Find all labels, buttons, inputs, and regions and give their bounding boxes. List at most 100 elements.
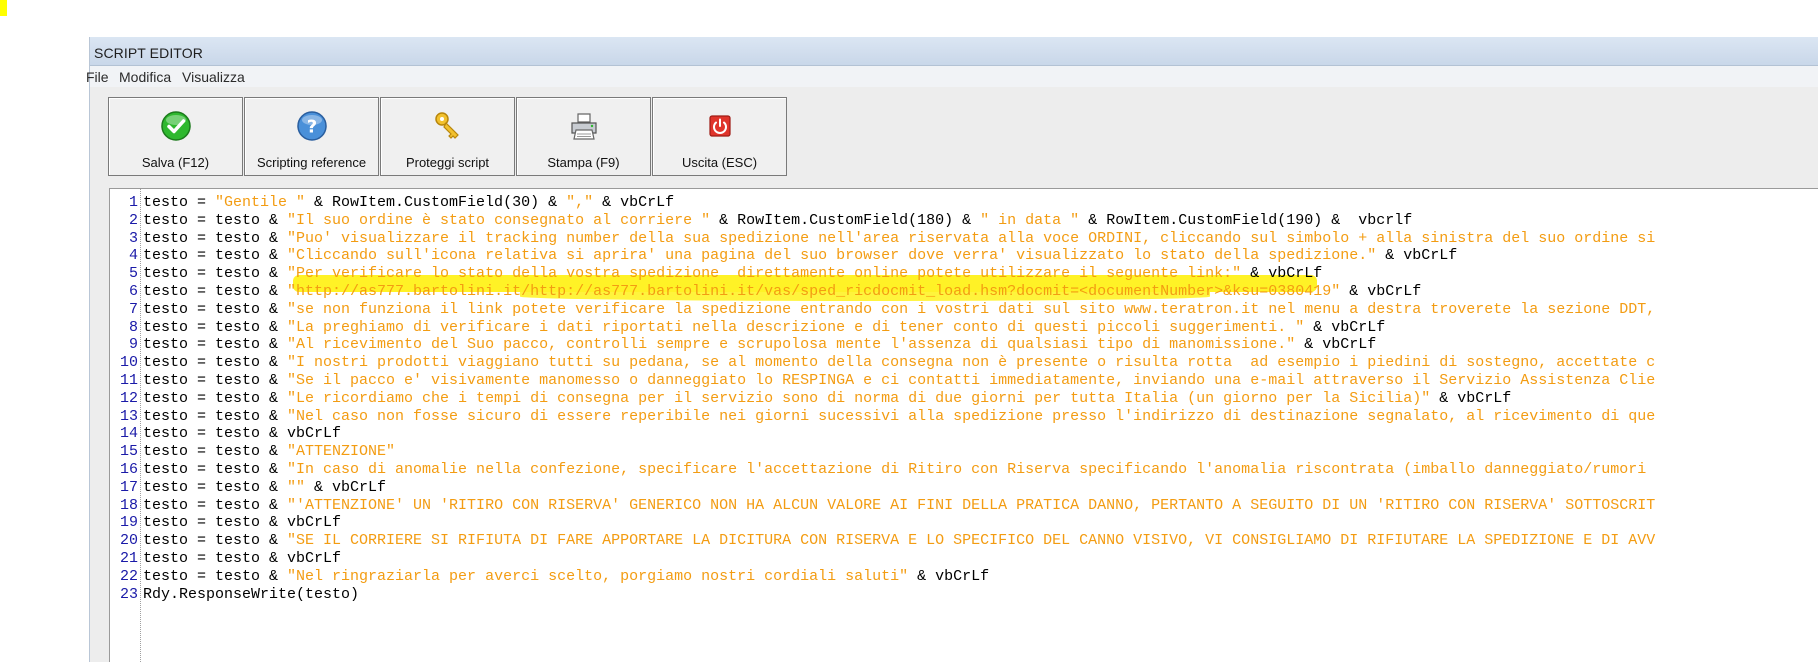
- line-number: 23: [119, 585, 138, 603]
- code-token: & vbCrLf: [1340, 282, 1422, 300]
- print-button[interactable]: Stampa (F9): [516, 97, 651, 176]
- line-number: 5: [128, 265, 138, 283]
- line-number: 6: [128, 282, 138, 300]
- code-text: testo = testo & "I nostri prodotti viagg…: [139, 354, 1655, 372]
- string-literal: "'ATTENZIONE' UN 'RITIRO CON RISERVA' GE…: [287, 496, 1656, 514]
- code-text: testo = testo & "Il suo ordine è stato c…: [139, 212, 1412, 230]
- code-line[interactable]: 7 testo = testo & "se non funziona il lin…: [110, 301, 1655, 319]
- code-line[interactable]: 16 testo = testo & "In caso di anomalie n…: [110, 461, 1655, 479]
- code-line[interactable]: 10 testo = testo & "I nostri prodotti via…: [110, 354, 1655, 372]
- code-line[interactable]: 3 testo = testo & "Puo' visualizzare il t…: [110, 230, 1655, 248]
- protect-script-button[interactable]: Proteggi script: [380, 97, 515, 176]
- code-token: testo = testo &: [143, 282, 288, 300]
- string-literal: "SE IL CORRIERE SI RIFIUTA DI FARE APPOR…: [287, 532, 1656, 550]
- exit-button[interactable]: Uscita (ESC): [652, 97, 787, 176]
- window-title: SCRIPT EDITOR: [94, 45, 203, 61]
- save-button[interactable]: Salva (F12): [108, 97, 243, 176]
- line-number: 10: [119, 354, 138, 372]
- code-line[interactable]: 1 testo = "Gentile " & RowItem.CustomFiel…: [110, 194, 1655, 212]
- line-number: 12: [119, 389, 138, 407]
- string-literal: "se non funziona il link potete verifica…: [287, 300, 1656, 318]
- exit-label: Uscita (ESC): [681, 155, 758, 170]
- code-text: testo = testo & "La preghiamo di verific…: [139, 319, 1385, 337]
- line-number: 13: [119, 407, 138, 425]
- code-text: testo = testo & vbCrLf: [139, 550, 341, 568]
- code-text: testo = testo & "" & vbCrLf: [139, 479, 386, 497]
- code-line[interactable]: 22 testo = testo & "Nel ringraziarla per …: [110, 568, 1655, 586]
- scripting-reference-label: Scripting reference: [256, 155, 367, 170]
- code-token: & RowItem.CustomField(190) & vbcrlf: [1079, 211, 1413, 229]
- code-text: testo = testo & "se non funziona il link…: [139, 301, 1655, 319]
- check-icon: [160, 111, 191, 141]
- protect-script-label: Proteggi script: [405, 155, 490, 170]
- line-number: 22: [119, 567, 138, 585]
- string-literal: ",": [566, 194, 594, 211]
- code-token: testo = testo &: [143, 389, 288, 407]
- string-literal: "Al ricevimento del Suo pacco, controlli…: [287, 336, 1296, 354]
- string-literal: "Le ricordiamo che i tempi di consegna p…: [287, 389, 1431, 407]
- line-number: 8: [128, 318, 138, 336]
- code-token: testo = testo &: [143, 478, 288, 496]
- line-number: 18: [119, 496, 138, 514]
- code-token: testo = testo &: [143, 354, 288, 372]
- string-literal: "I nostri prodotti viaggiano tutti su pe…: [287, 354, 1656, 372]
- title-bar: SCRIPT EDITOR: [90, 37, 1818, 66]
- code-line[interactable]: 23 Rdy.ResponseWrite(testo): [110, 586, 1655, 604]
- line-number: 19: [119, 514, 138, 532]
- code-line[interactable]: 19 testo = testo & vbCrLf: [110, 514, 1655, 532]
- code-line[interactable]: 5 testo = testo & "Per verificare lo stat…: [110, 265, 1655, 283]
- string-literal: "http://as777.bartolini.it/http://as777.…: [287, 282, 1341, 300]
- code-text: testo = testo & "Se il pacco e' visivame…: [139, 372, 1655, 390]
- code-line[interactable]: 17 testo = testo & "" & vbCrLf: [110, 479, 1655, 497]
- code-text: testo = "Gentile " & RowItem.CustomField…: [139, 194, 674, 212]
- code-text: testo = testo & "http://as777.bartolini.…: [139, 283, 1421, 301]
- line-number: 15: [119, 443, 138, 461]
- code-line[interactable]: 8 testo = testo & "La preghiamo di verifi…: [110, 319, 1655, 337]
- line-number: 21: [119, 549, 138, 567]
- code-token: testo = testo &: [143, 265, 288, 283]
- line-number: 20: [119, 532, 138, 550]
- save-label: Salva (F12): [141, 155, 210, 170]
- code-token: testo = testo &: [143, 567, 288, 585]
- code-line[interactable]: 18 testo = testo & "'ATTENZIONE' UN 'RITI…: [110, 497, 1655, 515]
- code-token: & RowItem.CustomField(180) &: [710, 211, 981, 229]
- string-literal: "Il suo ordine è stato consegnato al cor…: [287, 211, 711, 229]
- exit-icon: [708, 115, 731, 137]
- print-label: Stampa (F9): [547, 155, 620, 170]
- script-editor-window: SCRIPT EDITOR File Modifica Visualizza S…: [86, 37, 1818, 662]
- code-text: testo = testo & "Al ricevimento del Suo …: [139, 336, 1376, 354]
- menu-visualizza[interactable]: Visualizza: [182, 69, 245, 85]
- code-line[interactable]: 2 testo = testo & "Il suo ordine è stato …: [110, 212, 1655, 230]
- code-line[interactable]: 20 testo = testo & "SE IL CORRIERE SI RIF…: [110, 532, 1655, 550]
- line-number: 7: [128, 300, 138, 318]
- line-number: 17: [119, 478, 138, 496]
- code-text: Rdy.ResponseWrite(testo): [139, 586, 359, 604]
- code-line[interactable]: 14 testo = testo & vbCrLf: [110, 425, 1655, 443]
- code-line[interactable]: 4 testo = testo & "Cliccando sull'icona r…: [110, 247, 1655, 265]
- line-number: 14: [119, 425, 138, 443]
- code-token: testo = testo &: [143, 229, 288, 247]
- code-token: testo = testo &: [143, 336, 288, 354]
- menu-file[interactable]: File: [86, 69, 109, 85]
- menu-modifica[interactable]: Modifica: [119, 69, 171, 85]
- code-text: testo = testo & "ATTENZIONE": [139, 443, 395, 461]
- string-literal: "Nel caso non fosse sicuro di essere rep…: [287, 407, 1656, 425]
- code-line[interactable]: 9 testo = testo & "Al ricevimento del Suo…: [110, 336, 1655, 354]
- code-editor[interactable]: 1 testo = "Gentile " & RowItem.CustomFiel…: [109, 188, 1818, 662]
- code-line[interactable]: 15 testo = testo & "ATTENZIONE": [110, 443, 1655, 461]
- string-literal: "La preghiamo di verificare i dati ripor…: [287, 318, 1305, 336]
- printer-icon: [570, 113, 597, 140]
- code-line[interactable]: 13 testo = testo & "Nel caso non fosse si…: [110, 408, 1655, 426]
- code-token: testo = testo &: [143, 318, 288, 336]
- line-number: 11: [119, 371, 138, 389]
- code-line[interactable]: 21 testo = testo & vbCrLf: [110, 550, 1655, 568]
- code-line[interactable]: 6 testo = testo & "http://as777.bartolini…: [110, 283, 1655, 301]
- code-line[interactable]: 11 testo = testo & "Se il pacco e' visiva…: [110, 372, 1655, 390]
- help-icon: ?: [296, 111, 327, 141]
- code-token: testo = testo &: [143, 371, 288, 389]
- code-text: testo = testo & "Cliccando sull'icona re…: [139, 247, 1457, 265]
- menu-bar: File Modifica Visualizza: [86, 66, 1818, 87]
- code-line[interactable]: 12 testo = testo & "Le ricordiamo che i t…: [110, 390, 1655, 408]
- scripting-reference-button[interactable]: ? Scripting reference: [244, 97, 379, 176]
- code-text: testo = testo & "Puo' visualizzare il tr…: [139, 230, 1655, 248]
